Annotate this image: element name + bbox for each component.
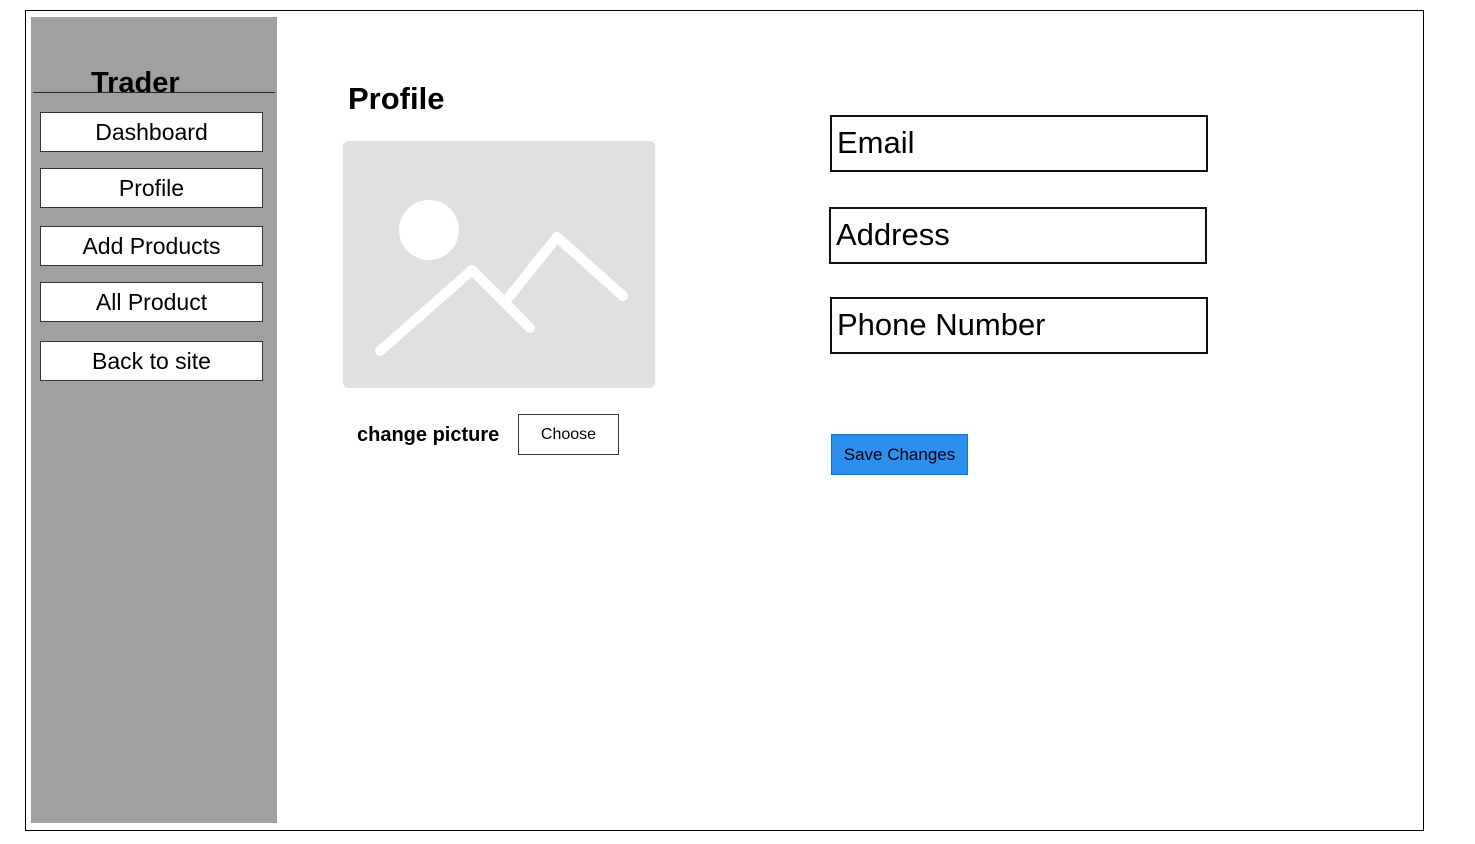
sidebar-item-back-to-site[interactable]: Back to site [40, 341, 263, 381]
email-field[interactable]: Email [830, 115, 1208, 172]
page-title: Profile [348, 81, 445, 116]
image-placeholder-icon [375, 200, 628, 356]
phone-number-field[interactable]: Phone Number [830, 297, 1208, 354]
brand-title-text: Trader [91, 67, 180, 99]
choose-file-button[interactable]: Choose [518, 414, 619, 455]
sidebar-item-profile[interactable]: Profile [40, 168, 263, 208]
change-picture-label: change picture [357, 424, 500, 446]
address-field[interactable]: Address [829, 207, 1207, 264]
sidebar-item-dashboard[interactable]: Dashboard [40, 112, 263, 152]
sidebar-divider [33, 92, 275, 93]
sidebar-item-add-products[interactable]: Add Products [40, 226, 263, 266]
profile-picture [343, 141, 655, 388]
save-changes-button[interactable]: Save Changes [831, 434, 968, 475]
sidebar-item-all-product[interactable]: All Product [40, 282, 263, 322]
sidebar: Trader Dashboard Profile Add Products Al… [31, 17, 277, 823]
